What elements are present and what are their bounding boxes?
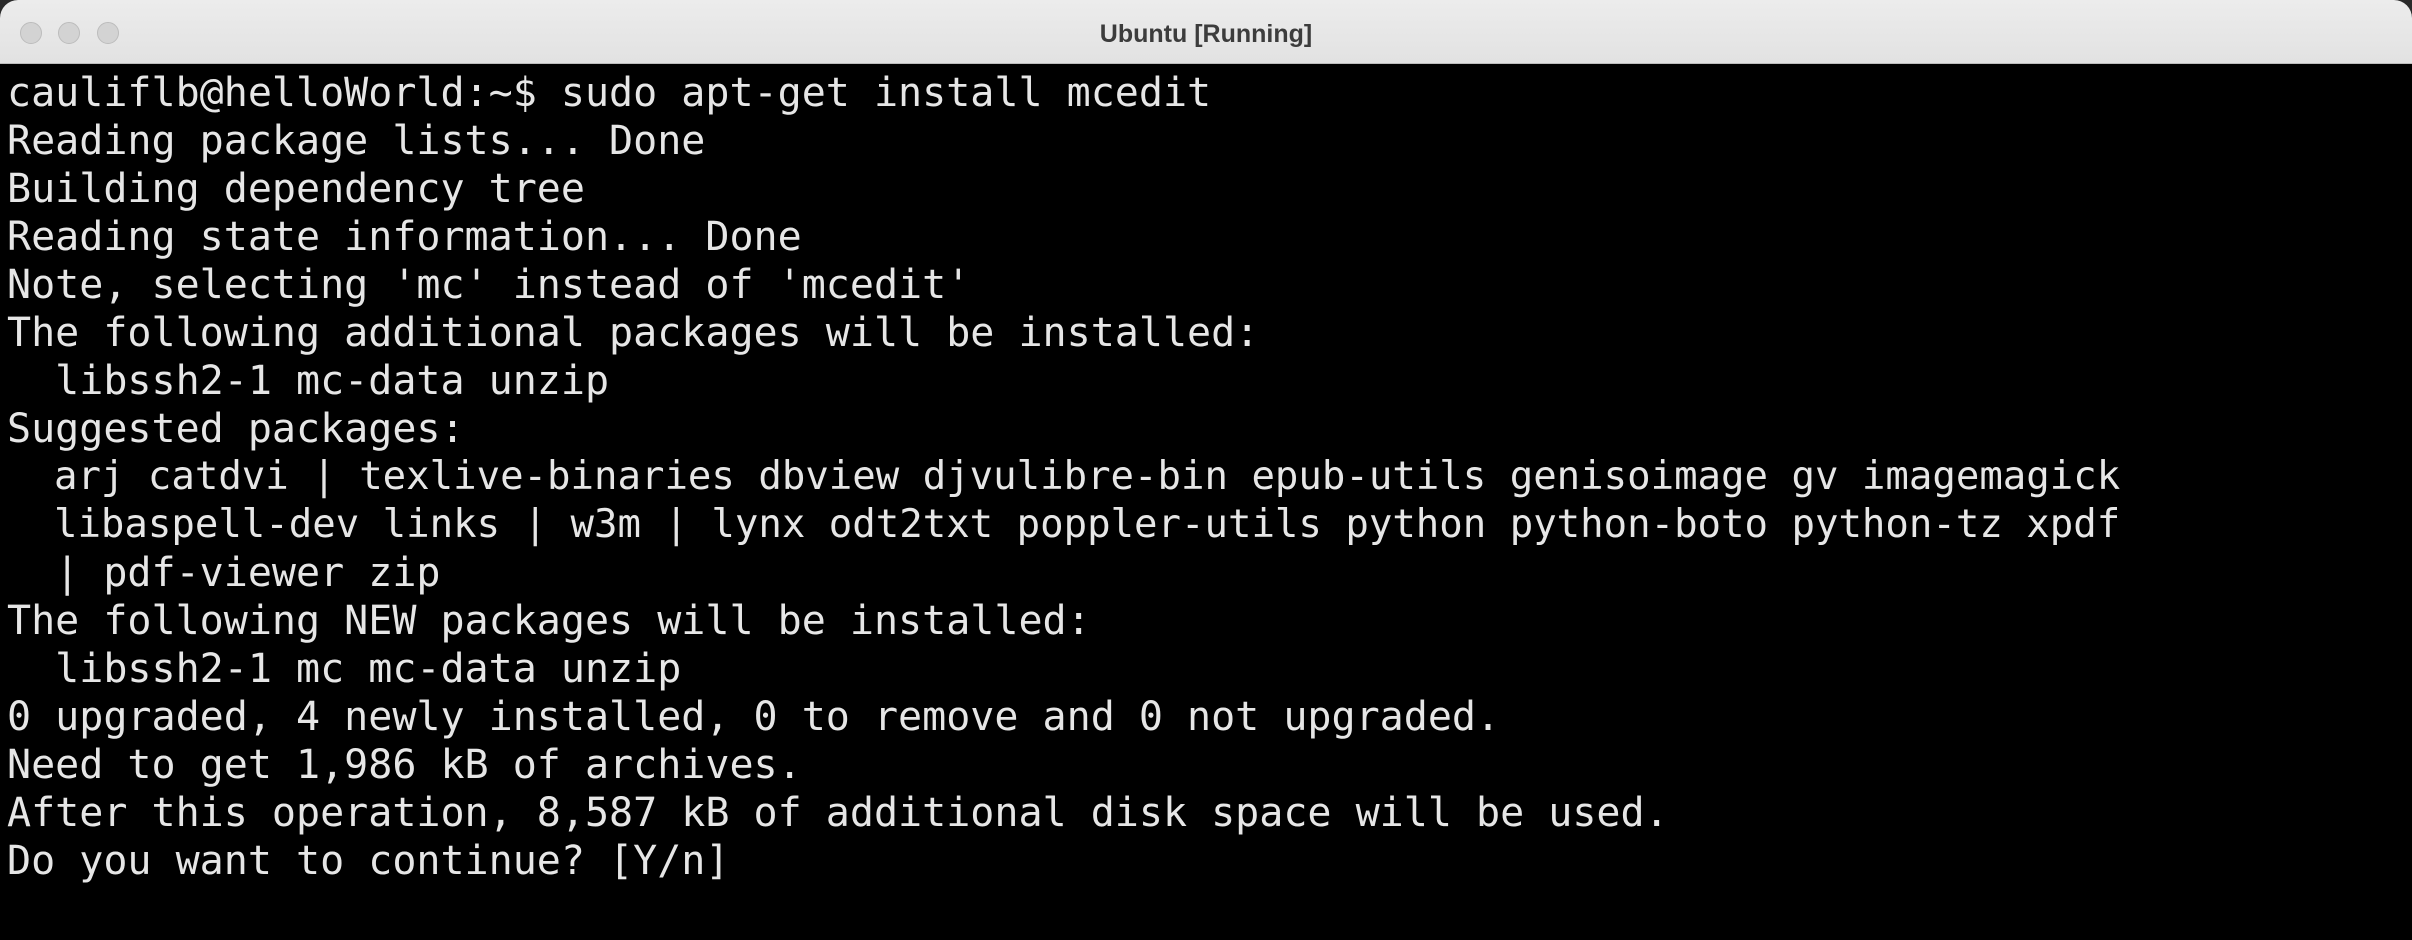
terminal-output-line: Reading package lists... Done (7, 118, 706, 164)
terminal-output-line: Need to get 1,986 kB of archives. (7, 742, 802, 788)
title-bar[interactable]: Ubuntu [Running] (0, 0, 2412, 64)
terminal-screen[interactable]: cauliflb@helloWorld:~$ sudo apt-get inst… (0, 64, 2412, 940)
terminal-output-line: 0 upgraded, 4 newly installed, 0 to remo… (7, 694, 1501, 740)
vm-window: Ubuntu [Running] cauliflb@helloWorld:~$ … (0, 0, 2412, 940)
terminal-output-line: Suggested packages: (7, 406, 465, 452)
terminal-output-line: The following additional packages will b… (7, 310, 1260, 356)
terminal-output-line: libssh2-1 mc mc-data unzip (7, 646, 682, 692)
terminal-output-line: libssh2-1 mc-data unzip (7, 358, 610, 404)
terminal-command-line: cauliflb@helloWorld:~$ sudo apt-get inst… (7, 70, 1212, 116)
window-title: Ubuntu [Running] (1099, 20, 1313, 48)
terminal-output-line: After this operation, 8,587 kB of additi… (7, 790, 1669, 836)
terminal-output-line: Note, selecting 'mc' instead of 'mcedit' (7, 262, 971, 308)
terminal-output-line: | pdf-viewer zip (7, 550, 441, 596)
terminal-output-line: Building dependency tree (7, 166, 585, 212)
terminal-prompt-line: Do you want to continue? [Y/n] (7, 838, 730, 884)
terminal-output-line: The following NEW packages will be insta… (7, 598, 1091, 644)
terminal-output-line: libaspell-dev links | w3m | lynx odt2txt… (7, 502, 2121, 547)
terminal-output-line: arj catdvi | texlive-binaries dbview djv… (7, 454, 2121, 499)
terminal-output-line: Reading state information... Done (7, 214, 802, 260)
